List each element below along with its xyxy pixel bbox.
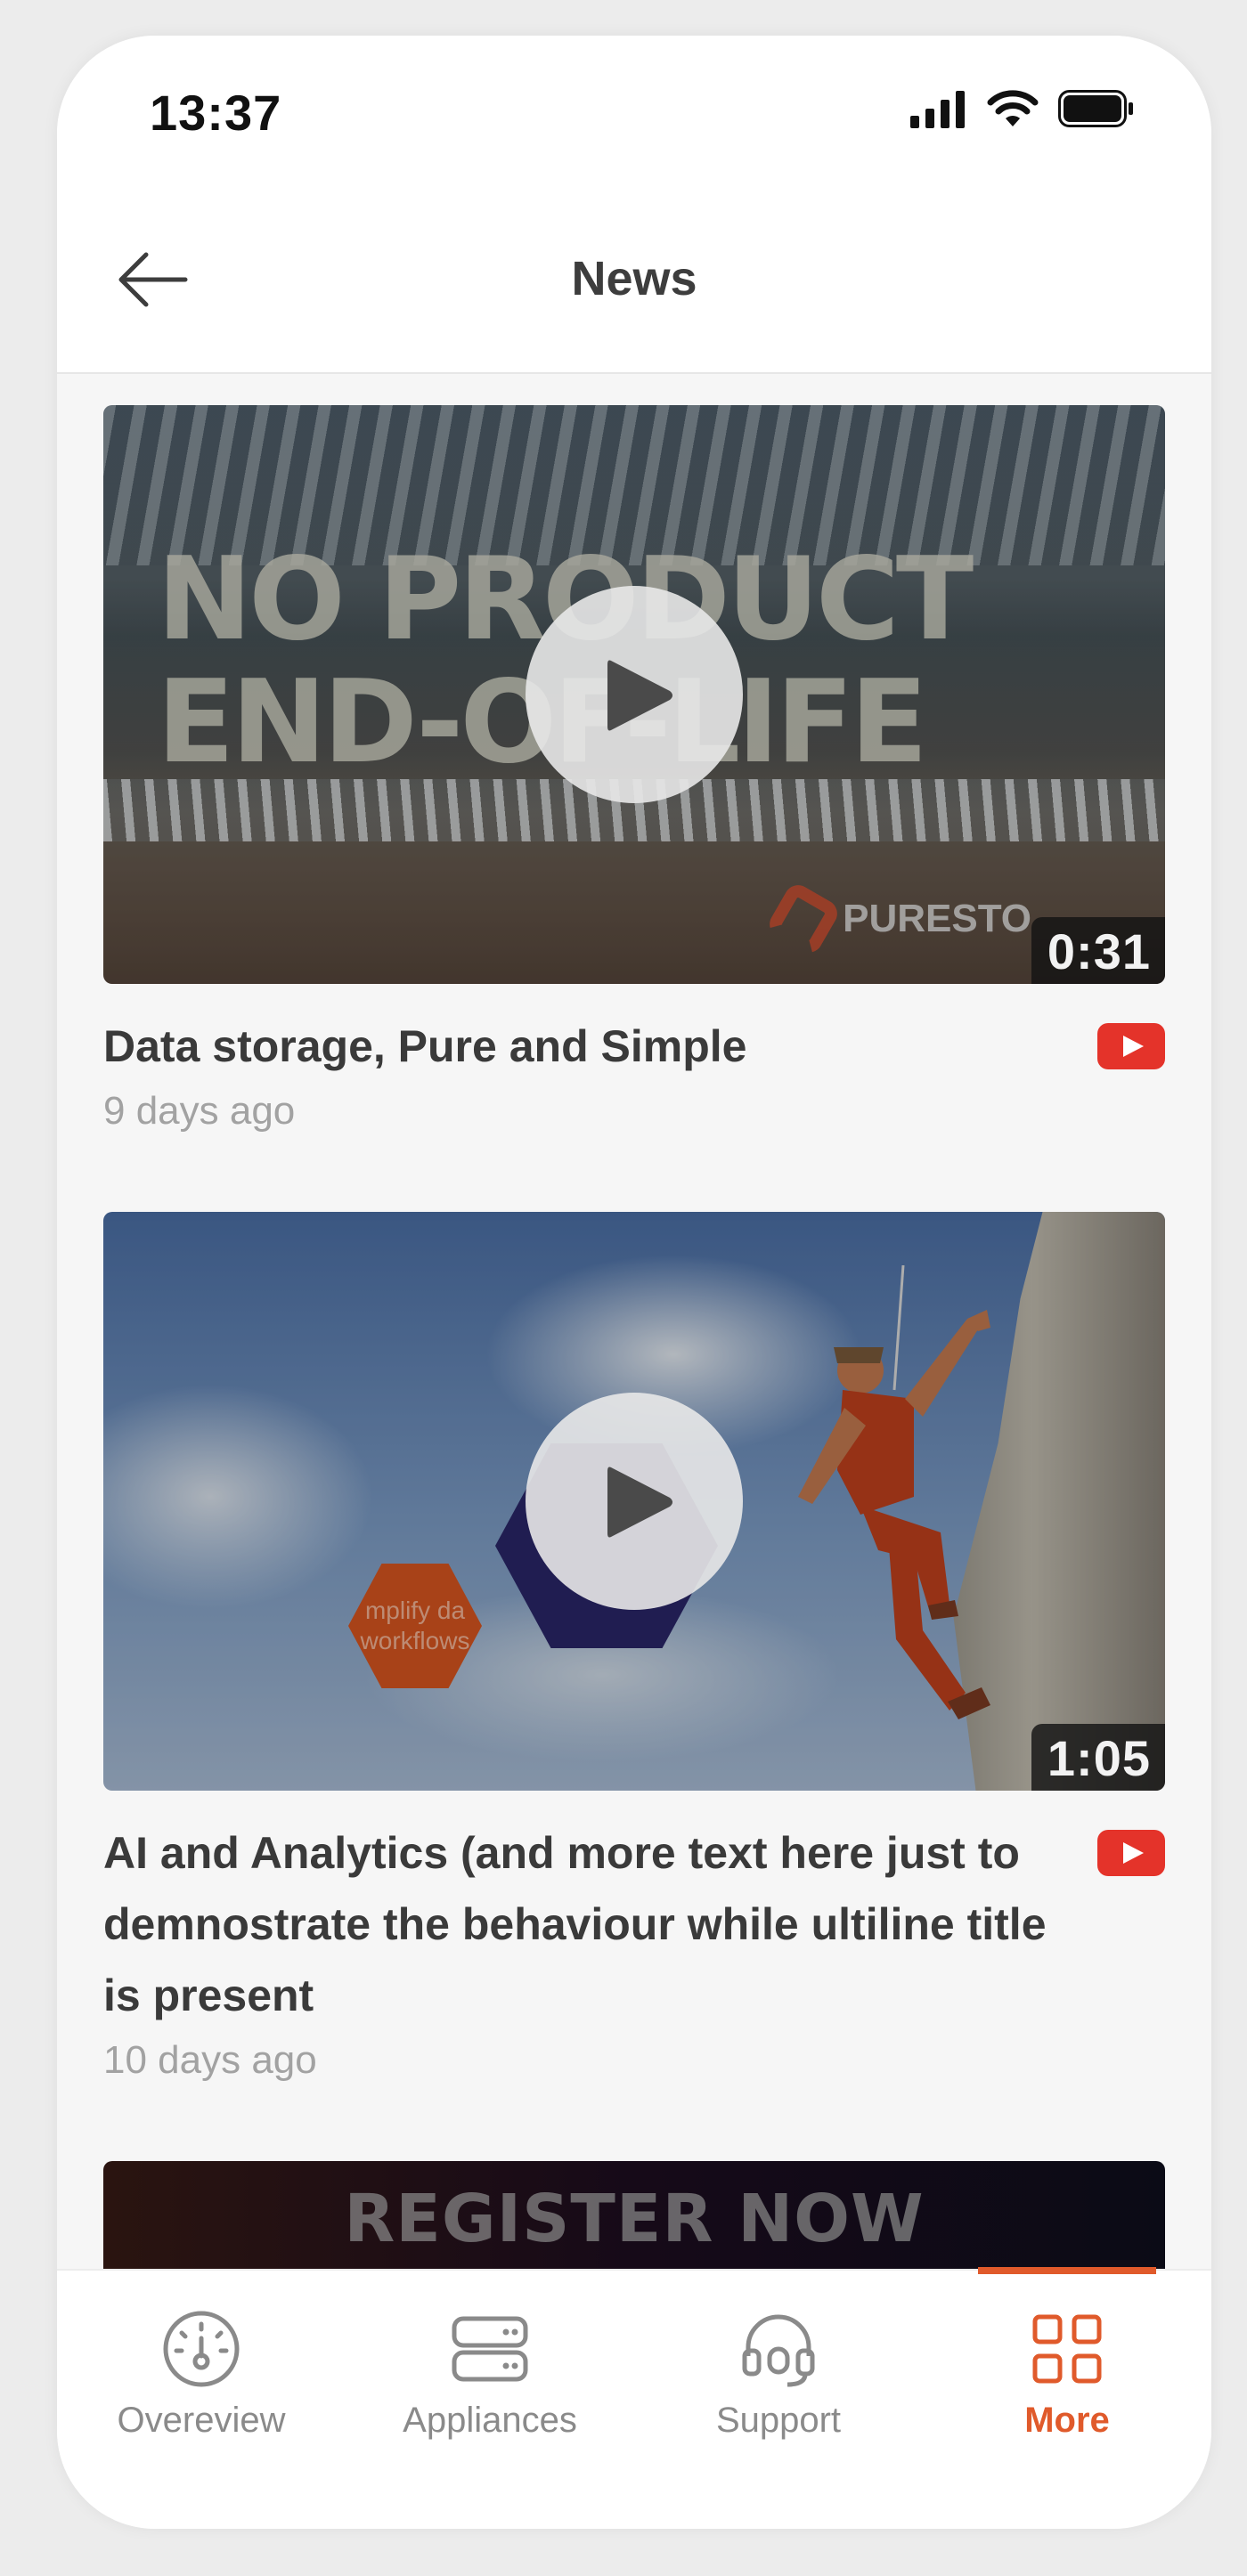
news-feed[interactable]: NO PRODUCT END-OF-LIFE PURESTO 0:31 Data… bbox=[103, 405, 1165, 2364]
video-duration: 0:31 bbox=[1031, 917, 1165, 984]
tab-label: Appliances bbox=[403, 2401, 577, 2440]
top-app-bar: News bbox=[57, 196, 1211, 374]
play-button[interactable] bbox=[526, 586, 743, 803]
video-thumbnail[interactable]: mplify da workflows 1:05 bbox=[103, 1212, 1165, 1791]
news-date: 10 days ago bbox=[103, 2038, 317, 2082]
tab-support[interactable]: Support bbox=[634, 2271, 923, 2529]
play-icon bbox=[607, 1467, 672, 1538]
grid-icon bbox=[1032, 2314, 1102, 2384]
status-icons bbox=[910, 89, 1135, 128]
video-thumbnail[interactable]: NO PRODUCT END-OF-LIFE PURESTO 0:31 bbox=[103, 405, 1165, 984]
tab-label: More bbox=[1024, 2401, 1110, 2440]
phone-screen: 13:37 News NO PURESTO 0:31 Data storage,… bbox=[57, 36, 1211, 2529]
tab-label: Support bbox=[715, 2401, 842, 2440]
tab-label: Overeview bbox=[117, 2401, 286, 2440]
news-date: 9 days ago bbox=[103, 1089, 296, 1133]
thumbnail-headline: REGISTER NOW bbox=[344, 2181, 925, 2257]
status-time: 13:37 bbox=[150, 85, 282, 141]
youtube-icon[interactable] bbox=[1097, 1023, 1165, 1069]
tab-overview[interactable]: Overeview bbox=[57, 2271, 346, 2529]
video-duration: 1:05 bbox=[1031, 1724, 1165, 1791]
play-button[interactable] bbox=[526, 1393, 743, 1610]
news-item[interactable]: mplify da workflows 1:05 AI and Analytic… bbox=[103, 1212, 1165, 2083]
server-icon bbox=[452, 2316, 528, 2382]
bottom-tab-bar: Overeview Appliances Support More bbox=[57, 2267, 1211, 2529]
news-title[interactable]: AI and Analytics (and more text here jus… bbox=[103, 1817, 1076, 2031]
news-meta: AI and Analytics (and more text here jus… bbox=[103, 1817, 1165, 2083]
news-item[interactable]: NO PRODUCT END-OF-LIFE PURESTO 0:31 Data… bbox=[103, 405, 1165, 1134]
news-meta: Data storage, Pure and Simple 9 days ago bbox=[103, 1011, 1165, 1134]
tab-more[interactable]: More bbox=[923, 2267, 1211, 2529]
play-icon bbox=[607, 660, 672, 731]
battery-icon bbox=[1058, 90, 1133, 127]
page-title: News bbox=[571, 252, 697, 305]
youtube-icon[interactable] bbox=[1097, 1830, 1165, 1876]
active-tab-indicator bbox=[978, 2267, 1156, 2274]
wifi-icon bbox=[987, 90, 1039, 126]
tab-appliances[interactable]: Appliances bbox=[346, 2271, 634, 2529]
news-title[interactable]: Data storage, Pure and Simple bbox=[103, 1011, 1076, 1082]
headset-icon bbox=[742, 2314, 815, 2387]
signal-icon bbox=[910, 91, 965, 128]
status-bar: 13:37 bbox=[57, 36, 1211, 196]
gauge-icon bbox=[163, 2311, 240, 2387]
